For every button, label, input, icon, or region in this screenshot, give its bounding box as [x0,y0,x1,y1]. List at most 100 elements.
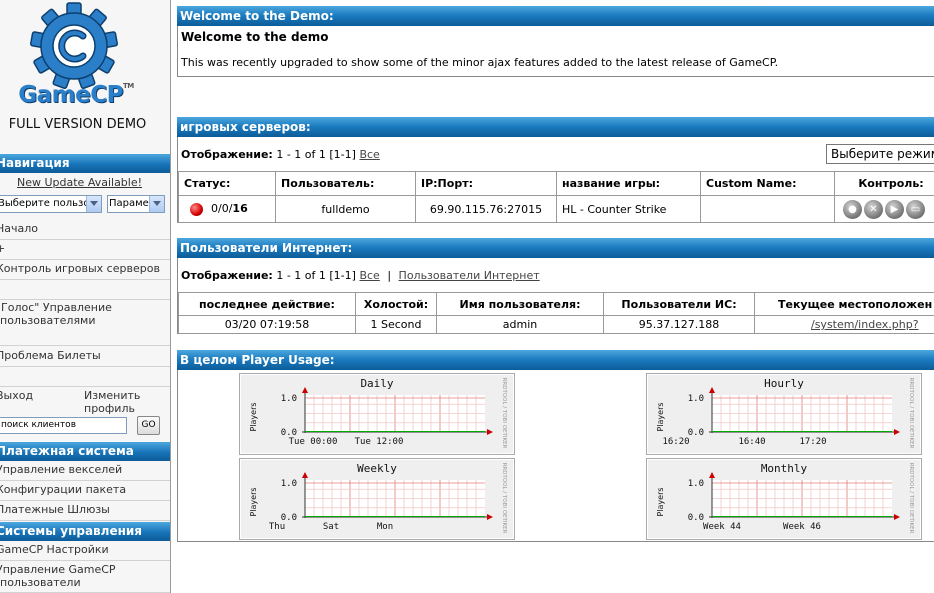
servers-panel: Отображение: 1 - 1 of 1 [1-1] Все Выбери… [177,137,934,223]
col-user: Пользователь: [275,171,416,196]
logo-wordmark: GameCPTM [18,82,134,108]
welcome-title: Welcome to the demo [181,30,329,44]
x-tick-label: 17:20 [799,437,826,447]
ip-cell: 69.90.115.76:27015 [415,195,557,223]
main-content: Welcome to the Demo: Welcome to the demo… [177,0,934,593]
y-tick-label: 1.0 [281,479,297,489]
graph-credit: RRDTOOL / TOBI OETIKER [501,463,507,534]
x-tick-label: Tue 00:00 [289,437,338,447]
sidebar-item-voice-users[interactable]: "Голос" Управление пользователями [0,300,170,346]
col-custom: Custom Name: [700,171,835,196]
sidebar-item-label: Управление GameCP пользователи [0,563,116,589]
graph-ylabel: Players [656,402,665,431]
all-link[interactable]: Все [359,269,379,282]
nav-header: Навигация [0,154,170,173]
play-icon[interactable]: ▶ [885,199,904,219]
servers-display-info: Отображение: 1 - 1 of 1 [1-1] Все [181,148,380,161]
sidebar-item-gamecp-users[interactable]: Управление GameCP пользователи [0,561,170,593]
col-location: Текущее местоположен [754,292,934,316]
online-display-info: Отображение: 1 - 1 of 1 [1-1] Все | Поль… [181,269,540,282]
online-table: последнее действие: Холостой: Имя пользо… [178,292,934,334]
sidebar-item-plus[interactable]: + [0,240,170,260]
idle-cell: 1 Second [355,315,437,334]
usage-panel: Daily Players 1.0 0.0 Tue 00:00 Tue 12:00 RRDT… [177,370,934,542]
y-tick-label: 0.0 [688,513,704,523]
sidebar-item-tickets[interactable]: Проблема Билеты [0,346,170,367]
chevron-down-icon [149,196,164,212]
servers-table: Статус: Пользователь: IP:Порт: название … [178,171,934,223]
sidebar-item-label: Начало [0,222,39,235]
sidebar-item-blank [0,280,170,300]
usage-graph-daily: DailyPlayers1.00.0Tue 00:00 Tue 12:00 RRDT… [239,373,515,455]
go-button[interactable]: GO [137,416,160,435]
chevron-down-icon [86,196,101,212]
x-tick-label: Mon [377,522,393,532]
user-cell: fulldemo [275,195,416,223]
online-users-link[interactable]: Пользователи Интернет [399,269,540,282]
servers-header: игровых серверов: [177,117,934,137]
billing-header: Платежная система [0,442,170,461]
sidebar-item-label: Управление векселей [0,463,123,476]
status-count: 0/0/ [211,202,233,216]
sidebar-item-gateways[interactable]: Платежные Шлюзы [0,501,170,521]
logout-link[interactable]: Выход [0,389,33,402]
col-username: Имя пользователя: [436,292,604,316]
mode-select[interactable]: Выберите режим [826,144,934,164]
close-icon[interactable]: ✕ [864,199,883,219]
admin-header: Системы управления [0,522,170,541]
control-cell: ● ✕ ▶ ▭ [834,195,934,223]
gamecp-logo[interactable]: GameCPTM FULL VERSION DEMO [0,0,170,148]
location-cell: /system/index.php? [754,315,934,334]
usage-header: В целом Player Usage: [177,350,934,370]
location-link[interactable]: /system/index.php? [811,318,919,331]
last-action-cell: 03/20 07:19:58 [178,315,356,334]
graph-ylabel: Players [249,487,258,516]
sidebar-item-invoices[interactable]: Управление векселей [0,461,170,481]
col-control: Контроль: [834,171,934,196]
gear-logo-icon [30,2,118,89]
col-ipport: IP:Порт: [415,171,557,196]
welcome-text: This was recently upgraded to show some … [181,56,779,69]
change-profile-label: Изменить профиль [84,389,141,415]
table-header-row: Статус: Пользователь: IP:Порт: название … [178,171,934,196]
console-icon[interactable]: ▭ [906,199,925,219]
usage-graph-weekly: WeeklyPlayers1.00.0Thu Sat Mon RRDTOOL / TO… [239,458,515,540]
game-cell: HL - Counter Strike [556,195,701,223]
col-status: Статус: [178,171,276,196]
col-idle: Холостой: [355,292,437,316]
change-profile-link[interactable]: Изменить профиль [84,389,144,415]
usage-graph-hourly: Hourly Players 1.0 0.016:20 16:40 17:20 RRDTOO… [646,373,922,455]
user-ip-cell: 95.37.127.188 [603,315,755,334]
stop-icon[interactable]: ● [843,199,862,219]
col-user-ip: Пользователи ИС: [603,292,755,316]
online-panel: Отображение: 1 - 1 of 1 [1-1] Все | Поль… [177,258,934,334]
table-row[interactable]: 03/20 07:19:58 1 Second admin 95.37.127.… [178,315,934,334]
profile-links: Выход Изменить профиль [0,389,166,415]
display-label: Отображение: [181,148,273,161]
table-row[interactable]: 0/0/16 fulldemo 69.90.115.76:27015 HL - … [178,195,934,223]
sidebar-item-packages[interactable]: Конфигурации пакета [0,481,170,501]
update-link[interactable]: New Update Available! [17,176,142,189]
x-tick-label: 16:20 [662,437,689,447]
user-select[interactable]: Выберите пользо [0,195,102,213]
x-tick-label: Thu [269,522,285,532]
table-header-row: последнее действие: Холостой: Имя пользо… [178,292,934,316]
status-cell: 0/0/16 [178,195,276,223]
y-tick-label: 0.0 [688,428,704,438]
x-tick-label: Week 46 [783,522,821,532]
sidebar-item-home[interactable]: Начало [0,220,170,240]
graph-title: Hourly [764,377,804,390]
logo-subtitle: FULL VERSION DEMO [8,117,147,132]
separator: | [387,269,392,282]
display-range: 1 - 1 of 1 [1-1] [276,148,356,161]
sidebar-item-gamecp-settings[interactable]: GameCP Настройки [0,541,170,561]
display-range: 1 - 1 of 1 [1-1] [276,269,356,282]
all-link[interactable]: Все [359,148,379,161]
graph-title: Monthly [761,462,808,475]
client-search-input[interactable]: поиск клиентов [0,417,127,434]
x-tick-label: 16:40 [738,437,765,447]
sidebar-item-game-servers[interactable]: Контроль игровых серверов [0,260,170,280]
graph-credit: RRDTOOL / TOBI OETIKER [908,378,914,449]
param-select[interactable]: Параме [107,195,165,213]
x-tick-label: Week 44 [703,522,741,532]
